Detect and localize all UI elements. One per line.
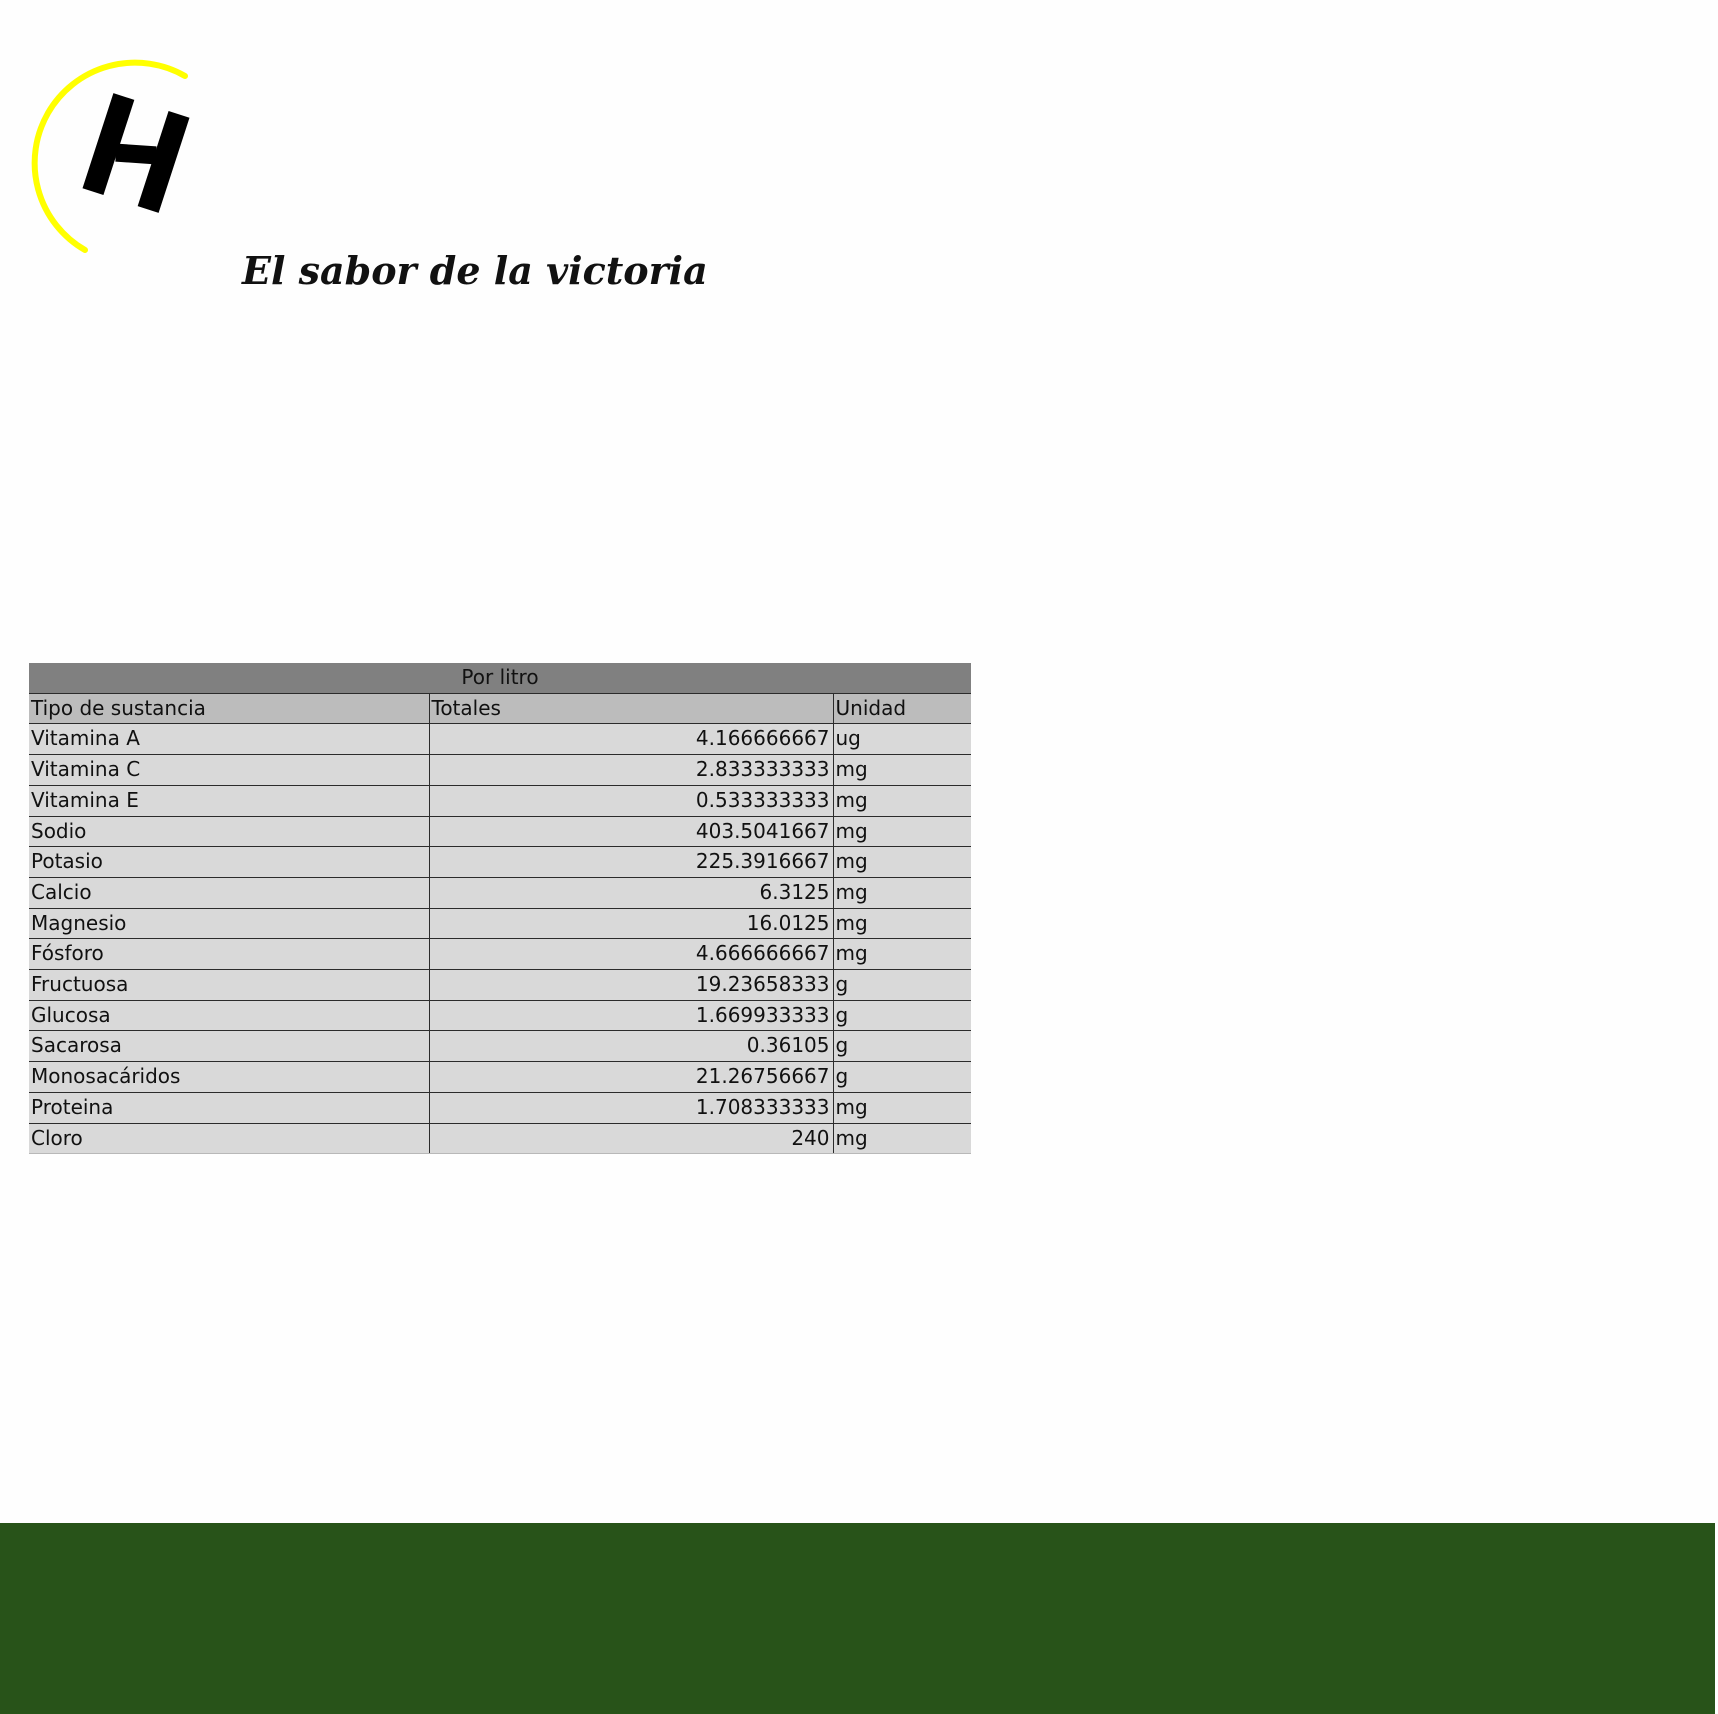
substance-unit: g	[832, 1061, 971, 1093]
substance-total: 6.3125	[428, 877, 833, 909]
substance-total: 0.36105	[428, 1030, 833, 1063]
substance-name: Proteina	[29, 1092, 429, 1124]
substance-unit: mg	[832, 877, 971, 909]
substance-total: 4.666666667	[428, 938, 833, 971]
substance-unit: mg	[832, 816, 971, 848]
substance-name: Magnesio	[29, 908, 429, 940]
column-header-name: Tipo de sustancia	[29, 693, 429, 725]
substance-unit: g	[832, 1000, 971, 1032]
substance-name: Fructuosa	[29, 969, 429, 1001]
substance-total: 1.708333333	[428, 1092, 833, 1124]
substance-unit: mg	[832, 908, 971, 940]
substance-unit: mg	[832, 785, 971, 817]
substance-unit: g	[832, 969, 971, 1001]
substance-total: 16.0125	[428, 908, 833, 940]
table-row: Fósforo 4.666666667 mg	[29, 938, 971, 971]
table-title-row: Por litro	[29, 663, 971, 694]
substance-total: 240	[428, 1123, 833, 1155]
nutrition-table: Por litro Tipo de sustancia Totales Unid…	[29, 663, 971, 1155]
table-row: Magnesio 16.0125 mg	[29, 908, 971, 940]
table-title: Por litro	[29, 663, 971, 694]
footer-band	[0, 1523, 1715, 1714]
substance-name: Sodio	[29, 816, 429, 848]
table-row: Calcio 6.3125 mg	[29, 877, 971, 909]
column-header-total: Totales	[428, 693, 833, 725]
substance-unit: ug	[832, 723, 971, 756]
substance-unit: mg	[832, 1092, 971, 1124]
table-header-row: Tipo de sustancia Totales Unidad	[29, 693, 971, 725]
substance-name: Cloro	[29, 1123, 429, 1155]
substance-unit: g	[832, 1030, 971, 1063]
substance-total: 403.5041667	[428, 816, 833, 848]
substance-unit: mg	[832, 938, 971, 971]
substance-total: 2.833333333	[428, 754, 833, 786]
substance-unit: mg	[832, 1123, 971, 1155]
substance-name: Vitamina E	[29, 785, 429, 817]
substance-total: 19.23658333	[428, 969, 833, 1001]
substance-total: 21.26756667	[428, 1061, 833, 1093]
yellow-arc-h-logo-icon	[31, 59, 190, 253]
substance-unit: mg	[832, 754, 971, 786]
table-row: Glucosa 1.669933333 g	[29, 1000, 971, 1032]
substance-total: 0.533333333	[428, 785, 833, 817]
substance-total: 4.166666667	[428, 723, 833, 756]
table-row: Vitamina C 2.833333333 mg	[29, 754, 971, 786]
table-row: Cloro 240 mg	[29, 1123, 971, 1155]
brand-logo	[0, 38, 200, 253]
table-row: Sacarosa 0.36105 g	[29, 1030, 971, 1063]
table-row: Sodio 403.5041667 mg	[29, 816, 971, 848]
substance-name: Vitamina C	[29, 754, 429, 786]
substance-name: Vitamina A	[29, 723, 429, 756]
substance-total: 225.3916667	[428, 846, 833, 878]
substance-name: Fósforo	[29, 938, 429, 971]
brand-tagline: El sabor de la victoria	[242, 248, 708, 293]
table-row: Monosacáridos 21.26756667 g	[29, 1061, 971, 1093]
table-row: Vitamina A 4.166666667 ug	[29, 723, 971, 756]
table-row: Vitamina E 0.533333333 mg	[29, 785, 971, 817]
substance-unit: mg	[832, 846, 971, 878]
substance-name: Monosacáridos	[29, 1061, 429, 1093]
substance-name: Calcio	[29, 877, 429, 909]
table-row: Fructuosa 19.23658333 g	[29, 969, 971, 1001]
substance-name: Glucosa	[29, 1000, 429, 1032]
substance-name: Potasio	[29, 846, 429, 878]
table-row: Proteina 1.708333333 mg	[29, 1092, 971, 1124]
column-header-unit: Unidad	[832, 693, 971, 725]
substance-total: 1.669933333	[428, 1000, 833, 1032]
table-row: Potasio 225.3916667 mg	[29, 846, 971, 878]
substance-name: Sacarosa	[29, 1030, 429, 1063]
